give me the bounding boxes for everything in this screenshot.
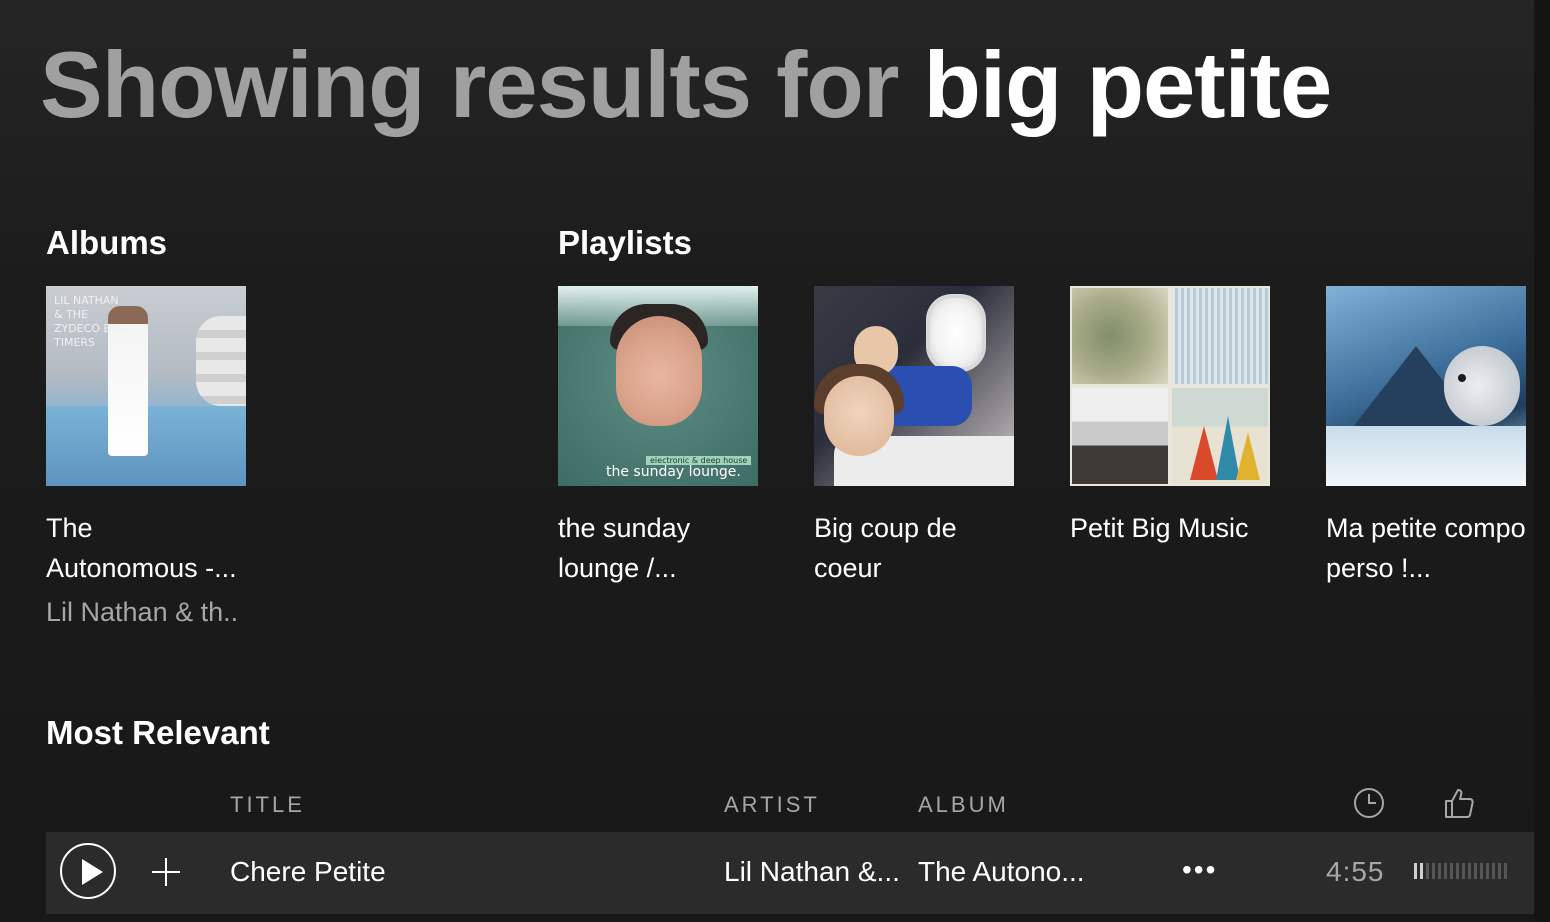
playlist-title[interactable]: Big coup de coeur (814, 508, 1018, 588)
results-heading: Showing results for big petite (40, 30, 1333, 140)
popularity-bar (1420, 863, 1423, 879)
album-cover[interactable]: LIL NATHAN & THE ZYDECO BIG TIMERS (46, 286, 246, 486)
playlist-cover-caption: the sunday lounge. (606, 464, 741, 480)
popularity-bar (1450, 863, 1453, 879)
album-artist[interactable]: Lil Nathan & th.. (46, 592, 250, 632)
track-duration: 4:55 (1326, 856, 1385, 887)
albums-section-title[interactable]: Albums (46, 224, 167, 262)
more-options-button[interactable]: ••• (1182, 852, 1217, 888)
track-row[interactable]: Chere Petite Lil Nathan &... The Autono.… (46, 832, 1534, 914)
popularity-bar (1504, 863, 1507, 879)
album-title[interactable]: The Autonomous -... (46, 508, 250, 588)
playlist-card[interactable]: Petit Big Music (1070, 286, 1274, 588)
popularity-bar (1462, 863, 1465, 879)
track-title[interactable]: Chere Petite (230, 854, 710, 890)
playlist-cover[interactable]: electronic & deep house the sunday loung… (558, 286, 758, 486)
popularity-bar (1474, 863, 1477, 879)
column-header-album[interactable]: ALBUM (918, 792, 1009, 818)
column-header-artist[interactable]: ARTIST (724, 792, 820, 818)
playlist-cover[interactable] (814, 286, 1014, 486)
playlist-title[interactable]: the sunday lounge /... (558, 508, 762, 588)
popularity-bar (1438, 863, 1441, 879)
play-icon (82, 859, 103, 885)
album-card[interactable]: LIL NATHAN & THE ZYDECO BIG TIMERS The A… (46, 286, 250, 632)
add-to-library-button[interactable] (152, 858, 180, 886)
track-artist[interactable]: Lil Nathan &... (724, 854, 904, 890)
popularity-bar (1426, 863, 1429, 879)
popularity-bar (1486, 863, 1489, 879)
popularity-bar (1468, 863, 1471, 879)
search-results-page: Showing results for big petite Albums LI… (0, 0, 1550, 922)
playlists-section-title[interactable]: Playlists (558, 224, 692, 262)
playlist-card[interactable]: Big coup de coeur (814, 286, 1018, 588)
playlist-cover[interactable] (1070, 286, 1270, 486)
playlist-title[interactable]: Ma petite compo perso !... (1326, 508, 1530, 588)
popularity-bar (1456, 863, 1459, 879)
popularity-bar (1414, 863, 1417, 879)
clock-icon[interactable] (1352, 786, 1386, 820)
play-button[interactable] (60, 843, 116, 899)
search-query: big petite (923, 32, 1333, 137)
popularity-meter (1414, 863, 1508, 879)
playlist-cover[interactable] (1326, 286, 1526, 486)
scrollbar-track[interactable] (1534, 0, 1550, 922)
album-cover-text: LIL NATHAN & THE ZYDECO BIG TIMERS (54, 294, 123, 349)
column-header-title[interactable]: TITLE (230, 792, 305, 818)
playlist-title[interactable]: Petit Big Music (1070, 508, 1274, 588)
playlist-card[interactable]: Ma petite compo perso !... (1326, 286, 1530, 588)
popularity-bar (1498, 863, 1501, 879)
popularity-bar (1480, 863, 1483, 879)
most-relevant-title: Most Relevant (46, 714, 270, 751)
track-album[interactable]: The Autono... (918, 854, 1118, 890)
popularity-bar (1444, 863, 1447, 879)
results-heading-prefix: Showing results for (40, 32, 924, 137)
playlist-card[interactable]: electronic & deep house the sunday loung… (558, 286, 762, 588)
popularity-bar (1492, 863, 1495, 879)
popularity-bar (1432, 863, 1435, 879)
thumbs-up-icon[interactable] (1442, 786, 1476, 820)
